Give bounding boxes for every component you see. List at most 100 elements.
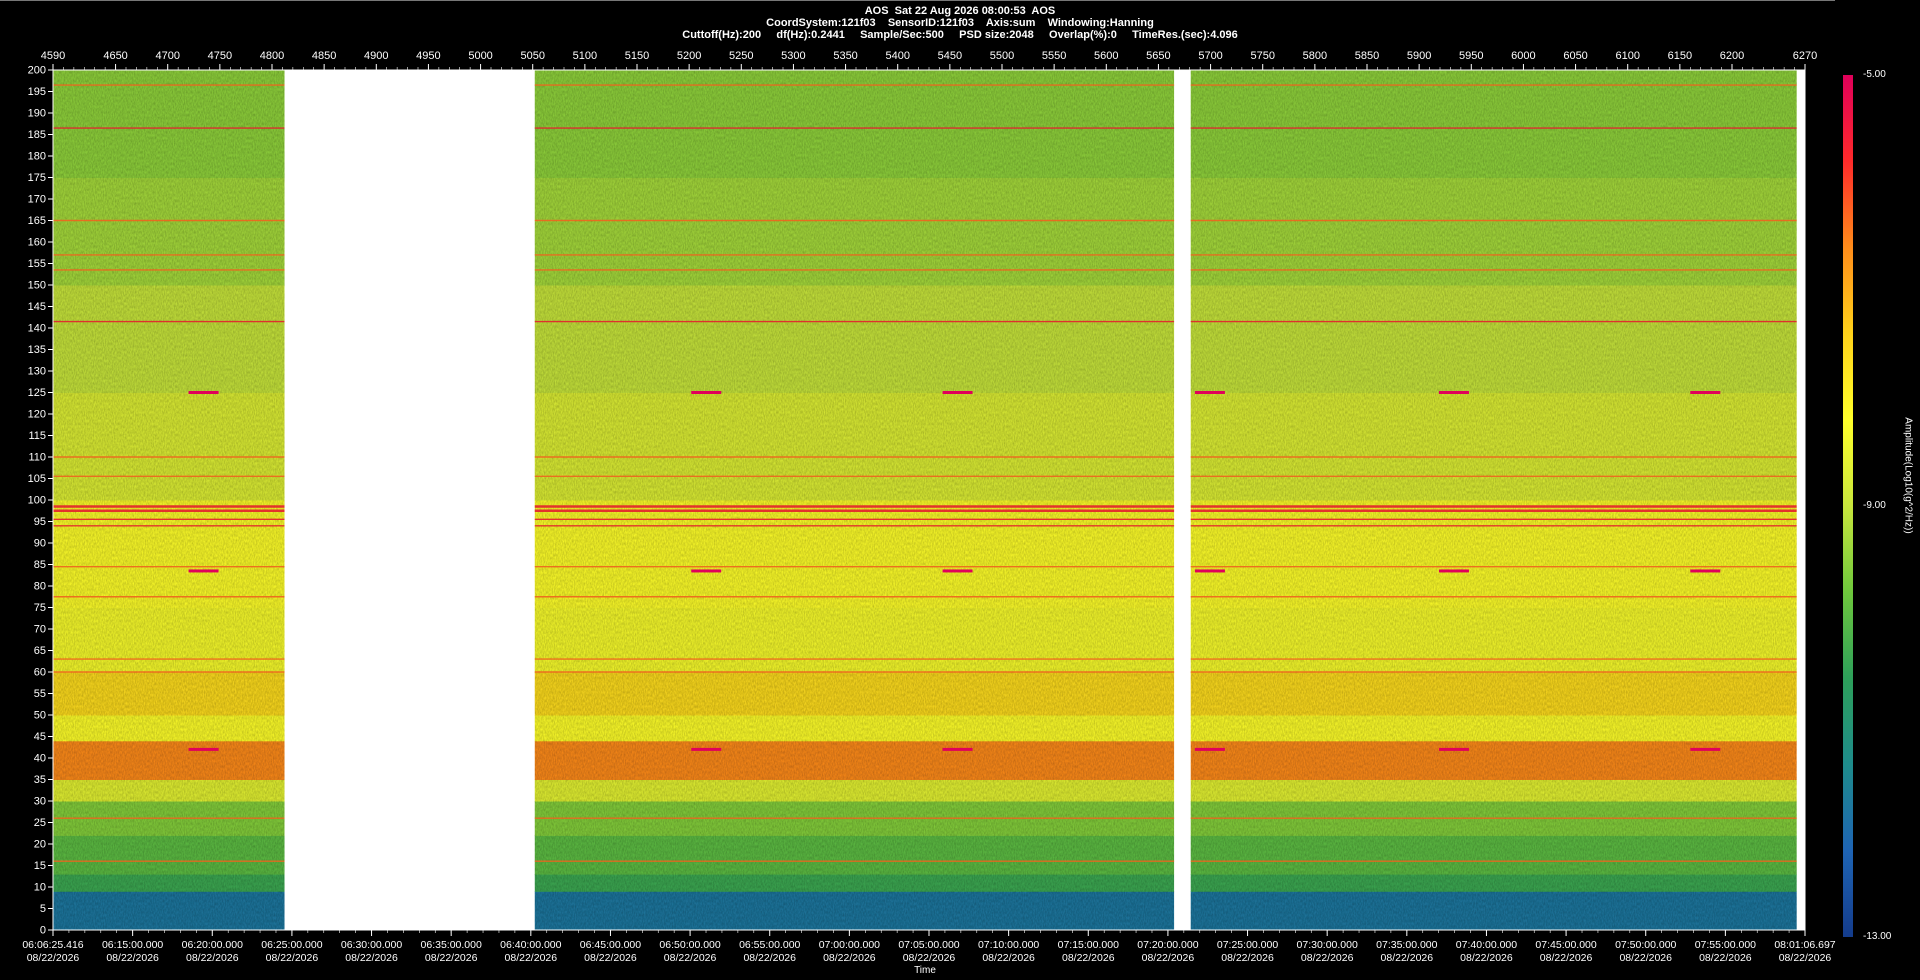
date-tick-label: 08/22/2026 [106,952,159,964]
spectrogram-band [534,285,1175,393]
spectrogram-band [1190,891,1797,931]
top-tick-label: 4800 [260,50,284,62]
event-marker [691,747,722,751]
time-tick-label: 07:30:00.000 [1297,939,1358,951]
top-tick-label: 4750 [208,50,232,62]
date-tick-label: 08/22/2026 [1460,952,1513,964]
spectrogram-band [1190,740,1797,780]
spectrogram-band [534,835,1175,875]
top-tick-label: 4950 [416,50,440,62]
event-marker [1690,569,1721,573]
y-tick-label: 70 [34,624,46,636]
date-tick-label: 08/22/2026 [1142,952,1195,964]
y-tick-label: 175 [28,172,46,184]
top-tick-label: 5350 [833,50,857,62]
event-marker [1438,747,1469,751]
top-tick-label: 4900 [364,50,388,62]
colorbar-tick-min: -13.00 [1863,931,1892,942]
spectrogram-band [53,835,285,875]
top-tick-label: 6050 [1563,50,1587,62]
y-tick-label: 120 [28,409,46,421]
top-tick-label: 5750 [1250,50,1274,62]
top-tick-label: 5450 [938,50,962,62]
y-tick-label: 0 [40,925,46,937]
y-tick-label: 145 [28,301,46,313]
top-tick-label: 5800 [1303,50,1327,62]
spectrogram-band [53,607,285,673]
date-tick-label: 08/22/2026 [1619,952,1672,964]
top-tick-label: 5400 [885,50,909,62]
date-tick-label: 08/22/2026 [982,952,1035,964]
date-tick-label: 08/22/2026 [345,952,398,964]
y-tick-label: 35 [34,774,46,786]
y-tick-label: 60 [34,667,46,679]
colorbar-tick-mid: -9.00 [1863,500,1886,511]
time-tick-label: 06:25:00.000 [261,939,322,951]
top-tick-label: 5900 [1407,50,1431,62]
event-marker [691,569,722,573]
time-tick-label: 06:15:00.000 [102,939,163,951]
spectrogram-band [1190,715,1797,742]
date-tick-label: 08/22/2026 [823,952,876,964]
spectrogram-band [1190,70,1797,178]
time-tick-label: 07:35:00.000 [1376,939,1437,951]
date-tick-label: 08/22/2026 [584,952,637,964]
event-marker [188,747,219,751]
y-tick-label: 25 [34,817,46,829]
time-tick-label: 06:40:00.000 [500,939,561,951]
date-tick-label: 08/22/2026 [664,952,717,964]
y-tick-label: 195 [28,86,46,98]
spectrogram-band [53,715,285,742]
time-tick-label: 06:20:00.000 [182,939,243,951]
spectrogram-band [534,672,1175,716]
y-tick-label: 160 [28,237,46,249]
spectrogram-chart[interactable]: 0 5 10 15 20 25 30 35 40 45 50 55 60 65 70 75 80 85 90 95 10… [0,0,1920,980]
time-tick-label: 07:20:00.000 [1137,939,1198,951]
date-tick-label: 08/22/2026 [186,952,239,964]
event-marker [942,747,973,751]
y-tick-label: 5 [40,903,46,915]
time-tick-label: 06:06:25.416 [22,939,83,951]
spectrogram-band [534,740,1175,780]
y-tick-label: 150 [28,280,46,292]
time-tick-label: 08:01:06.697 [1774,939,1835,951]
y-tick-label: 110 [28,452,46,464]
top-tick-label: 4590 [41,50,65,62]
top-tick-label: 5500 [990,50,1014,62]
date-tick-label: 08/22/2026 [27,952,80,964]
y-tick-label: 140 [28,323,46,335]
date-tick-label: 08/22/2026 [1540,952,1593,964]
date-tick-label: 08/22/2026 [1062,952,1115,964]
time-tick-label: 07:15:00.000 [1058,939,1119,951]
y-tick-label: 180 [28,151,46,163]
y-tick-label: 125 [28,387,46,399]
event-marker [1438,391,1469,394]
spectrogram-band [534,70,1175,178]
top-tick-label: 5700 [1198,50,1222,62]
spectrogram-band [53,779,285,802]
y-tick-label: 15 [34,860,46,872]
date-tick-label: 08/22/2026 [1381,952,1434,964]
event-marker [1194,391,1225,394]
spectrogram-band [534,779,1175,802]
top-tick-label: 5000 [468,50,492,62]
event-marker [1690,391,1721,394]
spectrogram-band [534,607,1175,673]
spectrogram-band [53,500,285,608]
spectrogram-band [1190,500,1797,608]
date-tick-label: 08/22/2026 [505,952,558,964]
spectrogram-band [53,285,285,393]
spectrogram-band [1190,285,1797,393]
x-axis-label: Time [914,965,936,976]
spectrogram-band [1190,779,1797,802]
top-tick-label: 5100 [573,50,597,62]
y-tick-label: 130 [28,366,46,378]
top-tick-label: 6000 [1511,50,1535,62]
y-tick-label: 90 [34,538,46,550]
y-tick-label: 55 [34,688,46,700]
spectrogram-band [534,874,1175,892]
date-tick-label: 08/22/2026 [903,952,956,964]
time-tick-label: 06:50:00.000 [659,939,720,951]
y-tick-label: 20 [34,839,46,851]
spectrogram-band [534,500,1175,608]
